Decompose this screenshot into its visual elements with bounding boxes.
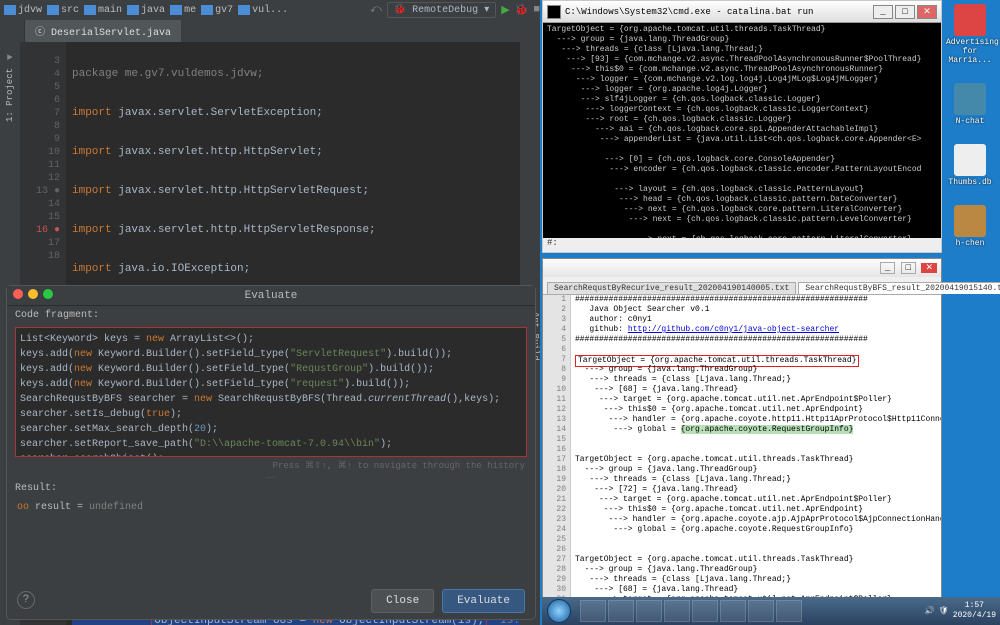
- dialog-title: Evaluate: [245, 290, 298, 302]
- system-tray[interactable]: 🔊 🛡 1:572020/4/19: [925, 601, 1000, 621]
- debug-icon[interactable]: 🐞: [515, 3, 529, 17]
- taskbar-item[interactable]: [776, 600, 802, 622]
- editor-tabs: ⓒ DeserialServlet.java: [0, 20, 540, 42]
- history-hint: Press ⌘⇧↑, ⌘↑ to navigate through the hi…: [7, 459, 535, 473]
- nav-item[interactable]: src: [47, 5, 79, 16]
- nav-item[interactable]: vul...: [238, 5, 288, 16]
- nav-item[interactable]: jdvw: [4, 5, 42, 16]
- nav-item[interactable]: me: [170, 5, 196, 16]
- start-button[interactable]: [542, 597, 576, 625]
- evaluate-button[interactable]: Evaluate: [442, 589, 525, 613]
- npp-tab[interactable]: SearchRequstByRecurive_result_2020041901…: [547, 282, 796, 294]
- result-value: oo result = undefined: [7, 498, 535, 517]
- cmd-title-text: C:\Windows\System32\cmd.exe - catalina.b…: [565, 7, 813, 17]
- cmd-output[interactable]: TargetObject = {org.apache.tomcat.util.t…: [543, 23, 941, 238]
- desktop-icons: Advertising for Marria... N-chat Thumbs.…: [942, 4, 998, 248]
- maximize-icon[interactable]: □: [901, 262, 916, 274]
- result-label: Result:: [7, 479, 535, 498]
- evaluate-dialog: Evaluate Code fragment: List<Keyword> ke…: [6, 285, 536, 620]
- clock[interactable]: 1:572020/4/19: [953, 601, 996, 621]
- desktop-icon[interactable]: Advertising for Marria...: [946, 4, 994, 65]
- cmd-titlebar[interactable]: C:\Windows\System32\cmd.exe - catalina.b…: [543, 1, 941, 23]
- window-controls[interactable]: [13, 289, 53, 299]
- npp-text[interactable]: ########################################…: [571, 295, 941, 624]
- stop-icon[interactable]: ■: [533, 4, 540, 16]
- code-fragment-input[interactable]: List<Keyword> keys = new ArrayList<>(); …: [15, 327, 527, 457]
- nav-item[interactable]: gv7: [201, 5, 233, 16]
- npp-titlebar[interactable]: _ □ ✕: [543, 259, 941, 277]
- npp-gutter: 1234567891011121314151617181920212223242…: [543, 295, 571, 624]
- minimize-icon[interactable]: _: [873, 5, 893, 19]
- desktop-icon[interactable]: N-chat: [946, 83, 994, 126]
- taskbar-items: [580, 600, 802, 622]
- taskbar-item[interactable]: [608, 600, 634, 622]
- nav-item[interactable]: java: [127, 5, 165, 16]
- desktop-icon[interactable]: Thumbs.db: [946, 144, 994, 187]
- help-icon[interactable]: ?: [17, 591, 35, 609]
- run-icon[interactable]: ▶: [501, 3, 509, 17]
- taskbar-item[interactable]: [748, 600, 774, 622]
- dialog-titlebar[interactable]: Evaluate: [7, 286, 535, 306]
- close-icon[interactable]: ✕: [921, 263, 937, 273]
- desktop-icon[interactable]: h-chen: [946, 205, 994, 248]
- taskbar-item[interactable]: [664, 600, 690, 622]
- taskbar-item[interactable]: [692, 600, 718, 622]
- cmd-status: #:: [543, 238, 941, 252]
- run-config-selector[interactable]: 🐞 RemoteDebug ▾: [387, 2, 497, 18]
- npp-tabs: SearchRequstByRecurive_result_2020041901…: [543, 277, 941, 295]
- taskbar-item[interactable]: [636, 600, 662, 622]
- taskbar: 🔊 🛡 1:572020/4/19: [542, 597, 1000, 625]
- npp-tab-active[interactable]: SearchRequstByBFS_result_20200419015140.…: [798, 282, 1000, 294]
- nav-back-icon[interactable]: ⤺: [370, 4, 382, 16]
- close-button[interactable]: Close: [371, 589, 434, 613]
- nav-item[interactable]: main: [84, 5, 122, 16]
- cmd-window: C:\Windows\System32\cmd.exe - catalina.b…: [542, 0, 942, 253]
- close-icon[interactable]: ✕: [917, 5, 937, 19]
- minimize-icon[interactable]: _: [880, 262, 895, 274]
- notepad-window: _ □ ✕ SearchRequstByRecurive_result_2020…: [542, 258, 942, 625]
- maximize-icon[interactable]: □: [895, 5, 915, 19]
- cmd-icon: [547, 5, 561, 19]
- tray-icon[interactable]: 🛡: [939, 606, 949, 616]
- editor-tab[interactable]: ⓒ DeserialServlet.java: [24, 20, 181, 42]
- code-fragment-label: Code fragment:: [7, 306, 535, 325]
- taskbar-item[interactable]: [580, 600, 606, 622]
- tray-icon[interactable]: 🔊: [925, 606, 935, 616]
- ide-breadcrumb: jdvw src main java me gv7 vul... ⤺ 🐞 Rem…: [0, 0, 540, 20]
- taskbar-item[interactable]: [720, 600, 746, 622]
